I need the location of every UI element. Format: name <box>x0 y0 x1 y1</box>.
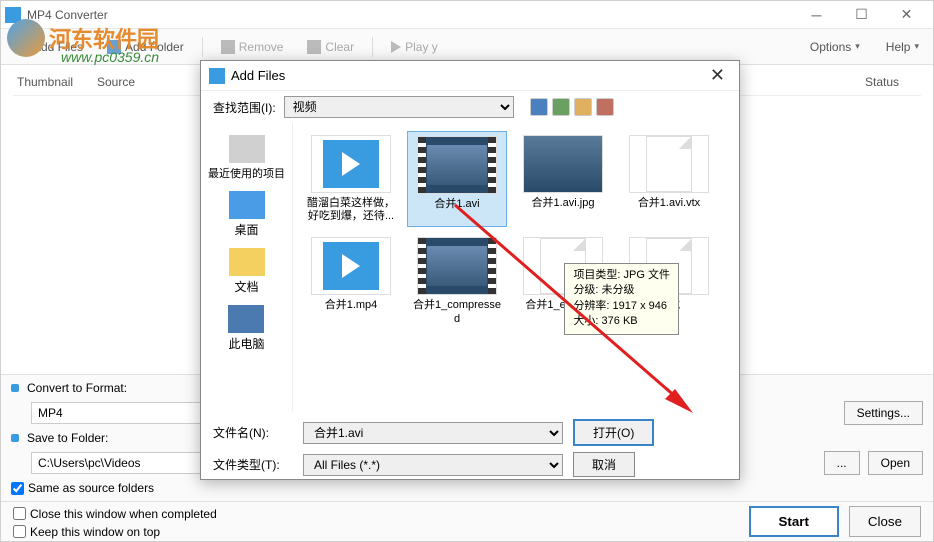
file-item[interactable]: 合并1.avi.vtx <box>619 131 719 227</box>
back-icon[interactable] <box>530 98 548 116</box>
filetype-label: 文件类型(T): <box>213 456 293 473</box>
convert-format-label: Convert to Format: <box>27 381 127 395</box>
view-icon[interactable] <box>596 98 614 116</box>
dialog-icon <box>209 68 225 84</box>
file-item[interactable]: 合并1.avi.jpg <box>513 131 613 227</box>
add-files-button[interactable]: Add Files <box>9 36 89 58</box>
filetype-dropdown[interactable]: All Files (*.*) <box>303 454 563 476</box>
sidebar-docs[interactable]: 文档 <box>225 244 269 299</box>
remove-button[interactable]: Remove <box>215 36 290 58</box>
add-folder-button[interactable]: Add Folder <box>101 36 190 58</box>
lookup-label: 查找范围(I): <box>213 99 276 116</box>
dialog-open-button[interactable]: 打开(O) <box>573 419 654 446</box>
dialog-title: Add Files <box>231 68 704 83</box>
filename-label: 文件名(N): <box>213 424 293 441</box>
start-button[interactable]: Start <box>749 506 839 537</box>
dialog-close-button[interactable]: ✕ <box>704 65 731 86</box>
same-as-source-checkbox[interactable] <box>11 482 24 495</box>
col-status: Status <box>861 73 921 91</box>
settings-button[interactable]: Settings... <box>844 401 923 425</box>
file-list: 醋溜白菜这样做，好吃到爆，还待... 合并1.avi 合并1.avi.jpg 合… <box>293 123 739 411</box>
close-when-done-checkbox[interactable] <box>13 507 26 520</box>
lookup-dropdown[interactable]: 视频 <box>284 96 514 118</box>
dialog-cancel-button[interactable]: 取消 <box>573 452 635 477</box>
col-thumbnail: Thumbnail <box>13 73 93 91</box>
keep-on-top-checkbox[interactable] <box>13 525 26 538</box>
clear-button[interactable]: Clear <box>301 36 360 58</box>
up-icon[interactable] <box>552 98 570 116</box>
filename-input[interactable]: 合并1.avi <box>303 422 563 444</box>
file-item-selected[interactable]: 合并1.avi <box>407 131 507 227</box>
file-item[interactable]: 合并1_compressed <box>407 233 507 329</box>
footer: Close this window when completed Keep th… <box>1 501 933 541</box>
play-button[interactable]: Play y <box>385 36 444 58</box>
browse-folder-button[interactable]: ... <box>824 451 860 475</box>
options-menu[interactable]: Options <box>804 36 866 58</box>
file-item[interactable]: 醋溜白菜这样做，好吃到爆，还待... <box>301 131 401 227</box>
help-menu[interactable]: Help <box>880 36 925 58</box>
save-folder-label: Save to Folder: <box>27 431 108 445</box>
maximize-button[interactable]: ☐ <box>839 1 884 29</box>
app-title: MP4 Converter <box>27 8 794 22</box>
close-window-button[interactable]: ✕ <box>884 1 929 29</box>
close-button[interactable]: Close <box>849 506 921 537</box>
file-item[interactable]: 合并1.mp4 <box>301 233 401 329</box>
file-tooltip: 项目类型: JPG 文件 分级: 未分级 分辨率: 1917 x 946 大小:… <box>564 263 679 335</box>
app-icon <box>5 7 21 23</box>
title-bar: MP4 Converter ─ ☐ ✕ <box>1 1 933 29</box>
sidebar-recent[interactable]: 最近使用的项目 <box>204 131 289 185</box>
sidebar-pc[interactable]: 此电脑 <box>224 301 268 356</box>
open-folder-button[interactable]: Open <box>868 451 923 475</box>
col-source: Source <box>93 73 183 91</box>
dialog-sidebar: 最近使用的项目 桌面 文档 此电脑 <box>201 123 293 411</box>
new-folder-icon[interactable] <box>574 98 592 116</box>
minimize-button[interactable]: ─ <box>794 1 839 29</box>
sidebar-desktop[interactable]: 桌面 <box>225 187 269 242</box>
same-as-source-label: Same as source folders <box>28 481 154 495</box>
file-dialog: Add Files ✕ 查找范围(I): 视频 最近使用的项目 桌面 文档 此电… <box>200 60 740 480</box>
